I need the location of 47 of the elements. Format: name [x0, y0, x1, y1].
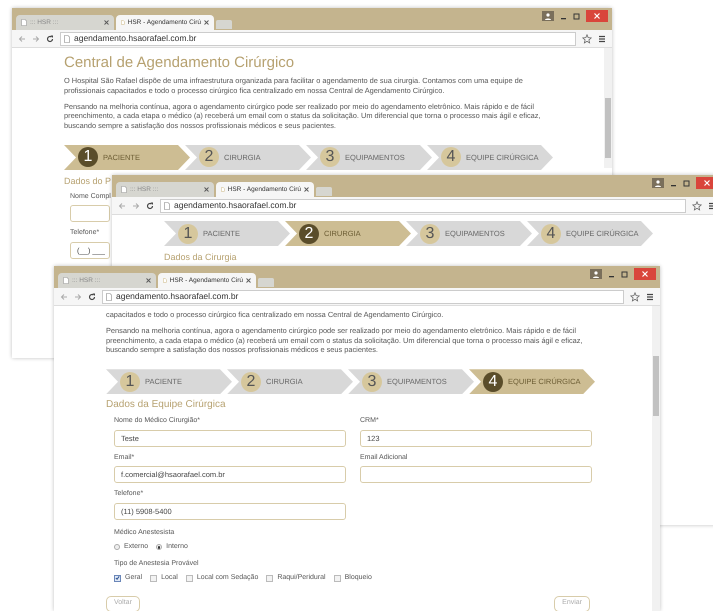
user-icon[interactable]: [652, 178, 664, 188]
close-tab-icon[interactable]: [146, 278, 151, 283]
page-heading: Central de Agendamento Cirúrgico: [64, 54, 296, 72]
close-icon[interactable]: [634, 268, 656, 280]
close-tab-icon[interactable]: [304, 187, 309, 192]
close-tab-icon[interactable]: [246, 278, 251, 283]
checkbox[interactable]: [114, 574, 121, 582]
page-icon: [163, 277, 167, 284]
star-icon[interactable]: [692, 200, 702, 210]
checkbox[interactable]: [150, 574, 158, 582]
user-icon[interactable]: [542, 11, 554, 21]
page-icon: [121, 186, 127, 193]
close-tab-icon[interactable]: [104, 20, 109, 25]
close-icon[interactable]: [696, 177, 713, 189]
checkbox[interactable]: [266, 574, 274, 582]
section-title: Dados da Cirurgia: [164, 251, 237, 263]
user-icon[interactable]: [590, 269, 602, 279]
close-icon[interactable]: [586, 10, 608, 22]
address-bar[interactable]: agendamento.hsaorafael.com.br: [102, 290, 624, 304]
checkbox[interactable]: [334, 574, 341, 582]
maximize-icon[interactable]: [683, 180, 690, 186]
checkbox[interactable]: [186, 574, 193, 582]
maximize-icon[interactable]: [573, 12, 580, 20]
address-bar[interactable]: agendamento.hsaorafael.com.br: [60, 32, 576, 46]
page-icon: [221, 186, 225, 193]
radio-button[interactable]: [156, 544, 162, 550]
address-bar[interactable]: agendamento.hsaorafael.com.br: [160, 198, 686, 212]
section-title: Dados do P: [64, 174, 112, 187]
menu-icon[interactable]: [646, 292, 654, 300]
reload-icon[interactable]: [88, 292, 96, 300]
section-title: Dados da Equipe Cirúrgica: [106, 399, 226, 412]
page-icon: [21, 19, 27, 26]
input-field[interactable]: [360, 466, 592, 484]
star-icon[interactable]: [582, 34, 592, 44]
page-icon: [63, 277, 69, 284]
radio-button[interactable]: [114, 544, 120, 550]
page-icon: [121, 19, 125, 26]
close-tab-icon[interactable]: [204, 187, 209, 192]
input-field[interactable]: [70, 205, 110, 222]
page-icon: [64, 34, 70, 42]
reload-icon[interactable]: [146, 202, 154, 210]
menu-icon[interactable]: [598, 34, 606, 42]
maximize-icon[interactable]: [621, 270, 628, 278]
star-icon[interactable]: [630, 292, 640, 302]
close-tab-icon[interactable]: [204, 20, 209, 25]
reload-icon[interactable]: [46, 34, 54, 42]
page-icon: [164, 202, 170, 210]
